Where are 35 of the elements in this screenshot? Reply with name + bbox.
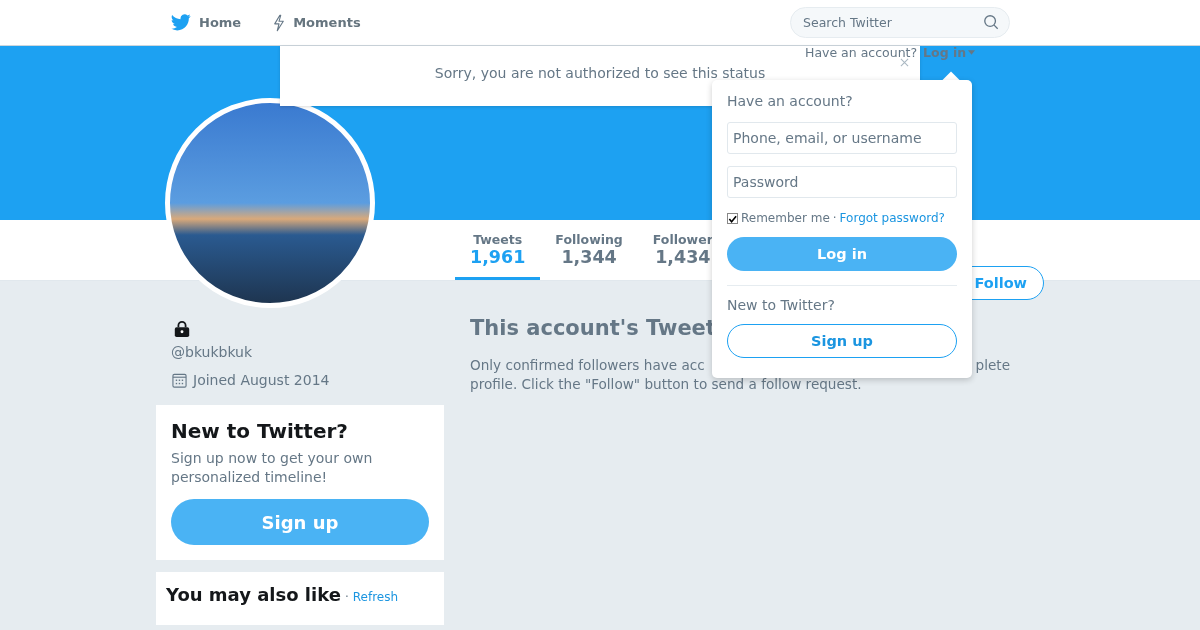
password-field[interactable]: Password <box>727 166 957 198</box>
protected-text: Only confirmed followers have acc <box>470 356 705 375</box>
bird-icon <box>171 14 191 31</box>
separator-dot: · <box>832 211 837 225</box>
account-prompt: Have an account? <box>805 45 918 60</box>
username-field[interactable]: Phone, email, or username <box>727 122 957 154</box>
join-date: Joined August 2014 <box>193 372 330 388</box>
sign-up-button[interactable]: Sign up <box>727 324 957 358</box>
notification-text: Sorry, you are not authorized to see this status <box>434 65 766 81</box>
nav-link[interactable]: Home <box>171 13 242 32</box>
stat-tab[interactable]: Following 1,344 <box>540 220 638 280</box>
log-in-button[interactable]: Log in <box>727 237 957 271</box>
card-title: New to Twitter? <box>171 419 349 443</box>
search-icon <box>983 14 999 30</box>
calendar-icon <box>172 372 187 388</box>
caret-icon <box>968 50 976 55</box>
search-field[interactable]: Search Twitter <box>790 7 1010 38</box>
dropdown-subtitle: New to Twitter? <box>727 285 957 313</box>
protected-text: plete <box>975 356 1010 375</box>
user-handle: @bkukbkuk <box>171 344 253 360</box>
lock-icon <box>173 320 191 338</box>
card-title: You may also like <box>166 584 341 605</box>
refresh-link[interactable]: Refresh <box>352 590 399 604</box>
stat-tab[interactable]: Tweets 1,961 <box>455 220 541 280</box>
forgot-password-link[interactable]: Forgot password? <box>839 211 945 225</box>
separator-dot: · <box>344 590 349 604</box>
lightning-icon <box>273 13 286 32</box>
sign-up-button[interactable]: Sign up <box>171 499 429 545</box>
nav-link[interactable]: Moments <box>273 13 361 32</box>
remember-checkbox[interactable] <box>727 212 738 224</box>
protected-title: This account's Tweet <box>470 316 717 340</box>
card-text: Sign up now to get your own personalized timeline! <box>171 449 374 487</box>
dropdown-title: Have an account? <box>727 93 854 109</box>
protected-text: profile. Click the "Follow" button to send a follow request. <box>470 375 863 394</box>
remember-label: Remember me <box>741 211 830 225</box>
